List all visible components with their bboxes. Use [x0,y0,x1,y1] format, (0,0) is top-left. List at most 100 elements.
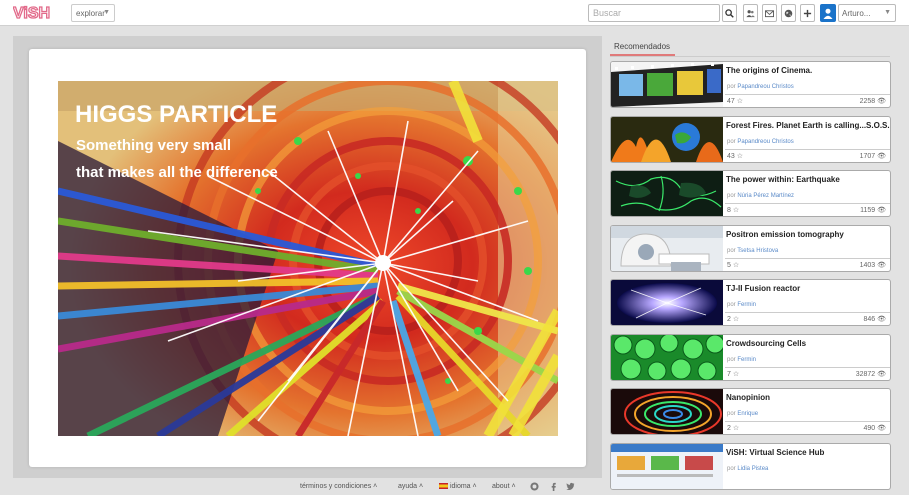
footer-terms-link[interactable]: términos y condiciones ˄ [300,483,377,490]
view-count: 1159 👁 [860,207,886,214]
list-item[interactable]: Forest Fires. Planet Earth is calling...… [610,115,891,163]
star-count: 2 ☆ [727,425,740,432]
author-link[interactable]: Fermin [737,357,756,363]
people-button[interactable] [743,4,758,22]
author-link[interactable]: Fermin [737,302,756,308]
star-icon: ☆ [736,152,744,160]
author-link[interactable]: Núria Pérez Martínez [737,193,794,199]
footer: términos y condiciones ˄ ayuda ˄ idioma … [0,480,909,495]
thumbnail-image[interactable] [611,116,723,162]
user-menu-dropdown[interactable]: Arturo... ▼ [838,4,896,22]
item-title[interactable]: Positron emission tomography [726,230,844,239]
list-item[interactable]: Crowdsourcing Cells por Fermin 7 ☆ 32872… [610,333,891,381]
slide-subtitle: that makes all the difference [76,164,278,181]
create-button[interactable] [800,4,815,22]
list-item[interactable]: TJ-II Fusion reactor por Fermin 2 ☆ 846 … [610,279,891,326]
author-link[interactable]: Enrique [737,411,758,417]
twitter-icon[interactable] [566,482,575,491]
view-count: 1707 👁 [859,152,886,160]
view-count: 32872 👁 [855,370,886,378]
star-icon: ☆ [732,261,740,269]
tab-recommended[interactable]: Recomendados [610,40,675,56]
list-item[interactable]: The origins of Cinema. por Papandreou Ch… [610,61,891,108]
user-avatar[interactable] [820,4,836,22]
globe-icon [784,9,793,17]
list-item[interactable]: The power within: Earthquake por Núria P… [610,170,891,217]
star-count: 7 ☆ [727,370,740,378]
svg-text:ViSH: ViSH [13,5,50,21]
star-count: 47 ☆ [727,98,744,105]
slide-title: HIGGS PARTICLE [75,101,278,128]
eye-icon: 👁 [877,425,886,432]
item-title[interactable]: Crowdsourcing Cells [726,339,806,348]
author-link[interactable]: Lidia Pistea [737,466,768,472]
star-count: 43 ☆ [727,152,744,160]
item-author: por Papandreou Christos [727,84,794,90]
slide-subtitle: Something very small [76,137,232,154]
list-item[interactable]: Nanopinion por Enrique 2 ☆ 490 👁 [610,388,891,435]
star-icon: ☆ [732,370,740,378]
thumbnail-image[interactable] [611,225,723,271]
user-icon [823,8,833,19]
author-link[interactable]: Tsetsa Hristova [737,248,778,254]
item-author: por Lidia Pistea [727,465,769,472]
envelope-icon [765,9,774,17]
item-author: por Enrique [727,411,759,417]
star-count: 8 ☆ [727,207,740,214]
item-author: por Fermin [727,302,757,308]
thumbnail-image[interactable] [611,334,723,380]
explore-dropdown[interactable]: explorar ▼ [71,4,115,22]
star-icon: ☆ [732,425,740,432]
view-count: 2258 👁 [859,98,886,105]
eye-icon: 👁 [877,316,886,323]
item-title[interactable]: The origins of Cinema. [726,66,812,75]
thumbnail-image[interactable] [611,62,723,107]
item-title[interactable]: Nanopinion [726,393,770,402]
item-title[interactable]: The power within: Earthquake [726,175,840,184]
eye-icon: 👁 [877,152,886,160]
chevron-down-icon: ▼ [103,9,110,16]
author-link[interactable]: Papandreou Christos [737,84,793,90]
top-bar: ViSH explorar ▼ Arturo... ▼ [0,0,909,26]
facebook-icon[interactable] [549,482,558,491]
item-title[interactable]: TJ-II Fusion reactor [726,284,800,293]
footer-help-link[interactable]: ayuda ˄ [398,483,423,490]
chevron-down-icon: ▼ [884,9,891,16]
chevron-up-icon: ˄ [511,483,516,490]
search-input[interactable] [588,4,720,22]
list-item[interactable]: Positron emission tomography por Tsetsa … [610,224,891,272]
author-link[interactable]: Papandreou Christos [737,139,793,145]
eye-icon: 👁 [877,261,886,269]
language-globe-button[interactable] [781,4,796,22]
view-count: 490 👁 [863,425,886,432]
search-icon [725,8,734,18]
view-count: 1403 👁 [859,261,886,269]
item-author: por Tsetsa Hristova [727,247,779,254]
particle-collision-artwork [58,81,558,436]
eye-icon: 👁 [877,370,886,378]
explore-label: explorar [76,9,105,18]
item-title[interactable]: ViSH: Virtual Science Hub [726,448,824,457]
people-icon [746,9,755,17]
item-author: por Papandreou Christos [727,138,794,145]
thumbnail-image[interactable] [611,280,723,325]
thumbnail-image[interactable] [611,171,723,216]
item-title[interactable]: Forest Fires. Planet Earth is calling...… [726,121,890,130]
footer-language-link[interactable]: idioma ˄ [439,483,477,490]
tab-divider [610,56,890,57]
search-button[interactable] [722,4,737,22]
chevron-up-icon: ˄ [373,483,378,490]
thumbnail-image[interactable] [611,389,723,434]
footer-about-link[interactable]: about ˄ [492,483,516,490]
vish-logo[interactable]: ViSH [13,4,65,21]
eye-icon: 👁 [877,98,886,105]
star-count: 2 ☆ [727,316,740,323]
messages-button[interactable] [762,4,777,22]
slide-image[interactable]: HIGGS PARTICLE Something very small that… [58,81,558,436]
eye-icon: 👁 [877,207,886,214]
recommended-list: The origins of Cinema. por Papandreou Ch… [610,61,891,495]
star-icon: ☆ [732,316,740,323]
github-icon[interactable] [530,482,539,491]
star-icon: ☆ [732,207,740,214]
view-count: 846 👁 [863,316,886,323]
